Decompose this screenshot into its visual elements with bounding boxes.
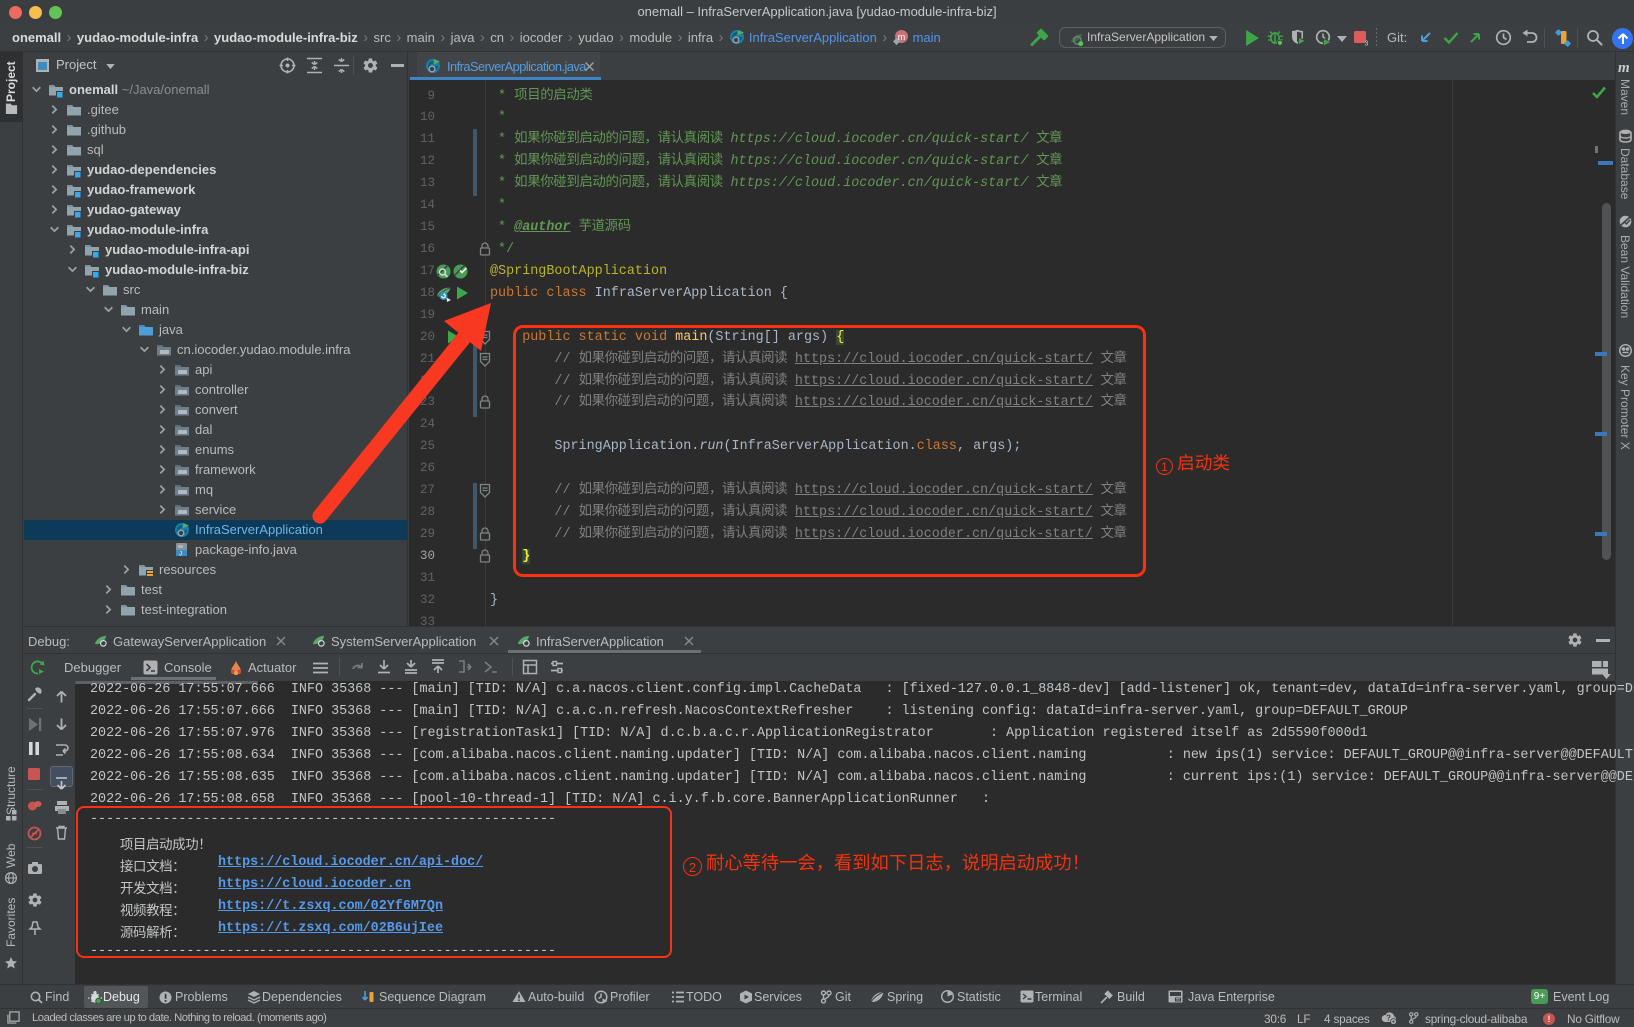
svg-text:J: J — [179, 552, 182, 558]
svg-text:3: 3 — [1365, 41, 1369, 47]
